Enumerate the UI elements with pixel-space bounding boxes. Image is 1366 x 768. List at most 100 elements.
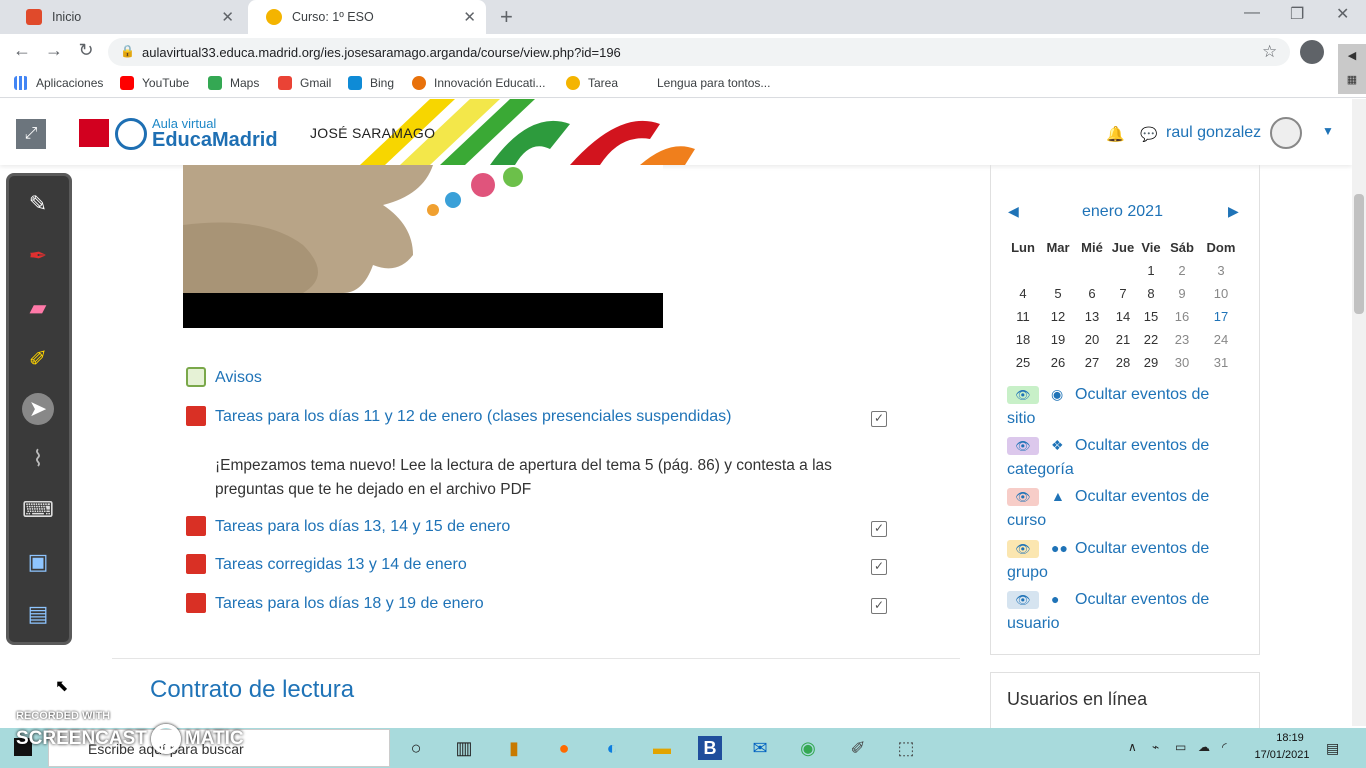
- wifi-icon[interactable]: ◜: [1222, 740, 1227, 754]
- brush-icon[interactable]: ⌇: [22, 443, 54, 475]
- completion-checkbox[interactable]: ✓: [871, 559, 887, 575]
- edge-icon[interactable]: ◐: [600, 736, 624, 760]
- calendar-day[interactable]: 8: [1136, 286, 1166, 301]
- bookmark-bing[interactable]: Bing: [348, 76, 394, 90]
- calendar-day[interactable]: 3: [1206, 263, 1236, 278]
- calendar-day[interactable]: 10: [1206, 286, 1236, 301]
- profile-avatar-icon[interactable]: [1300, 40, 1324, 64]
- screencast-app-icon[interactable]: ✐: [846, 736, 870, 760]
- calendar-prev-month-icon[interactable]: ◀: [1008, 203, 1019, 220]
- activity-link-tareas-13-15[interactable]: Tareas para los días 13, 14 y 15 de ener…: [215, 518, 510, 536]
- taskbar-clock[interactable]: 18:19: [1260, 732, 1320, 744]
- notifications-bell-icon[interactable]: 🔔: [1106, 125, 1125, 143]
- pointer-icon[interactable]: ➤: [22, 393, 54, 425]
- close-tab-icon[interactable]: ✕: [221, 8, 234, 26]
- snipping-tool-icon[interactable]: ⬚: [894, 736, 918, 760]
- minimize-icon[interactable]: —: [1244, 4, 1260, 22]
- calendar-day[interactable]: 28: [1108, 355, 1138, 370]
- hide-user-events-link[interactable]: 👁 ● Ocultar eventos de usuario: [1007, 587, 1247, 636]
- close-tab-icon[interactable]: ✕: [463, 8, 476, 26]
- bookmark-apps[interactable]: Aplicaciones: [14, 76, 103, 90]
- activity-link-tareas-11-12[interactable]: Tareas para los días 11 y 12 de enero (c…: [215, 408, 731, 426]
- tray-usb-icon[interactable]: ⌁: [1152, 740, 1159, 754]
- bookmark-maps[interactable]: Maps: [208, 76, 259, 90]
- calendar-day[interactable]: 29: [1136, 355, 1166, 370]
- calendar-day[interactable]: 6: [1077, 286, 1107, 301]
- user-name[interactable]: raul gonzalez: [1166, 124, 1261, 142]
- completion-checkbox[interactable]: ✓: [871, 411, 887, 427]
- close-window-icon[interactable]: ✕: [1336, 4, 1349, 24]
- bookmark-lengua[interactable]: Lengua para tontos...: [657, 76, 770, 90]
- whiteboard-icon[interactable]: ▤: [22, 598, 54, 630]
- chrome-icon[interactable]: ◉: [796, 736, 820, 760]
- calendar-day[interactable]: 5: [1043, 286, 1073, 301]
- calendar-day[interactable]: 26: [1043, 355, 1073, 370]
- blinklearning-icon[interactable]: B: [698, 736, 722, 760]
- keyboard-icon[interactable]: ⌨: [22, 494, 54, 526]
- completion-checkbox[interactable]: ✓: [871, 598, 887, 614]
- section-title[interactable]: Contrato de lectura: [150, 676, 354, 704]
- hide-group-events-link[interactable]: 👁 ●● Ocultar eventos de grupo: [1007, 536, 1247, 585]
- bookmark-gmail[interactable]: Gmail: [278, 76, 331, 90]
- calendar-day[interactable]: 15: [1136, 309, 1166, 324]
- notepad-icon[interactable]: ✎: [22, 188, 54, 220]
- nav-drawer-toggle[interactable]: ⤢: [16, 119, 46, 149]
- hide-category-events-link[interactable]: 👁 ❖ Ocultar eventos de categoría: [1007, 433, 1247, 482]
- calendar-day[interactable]: 23: [1167, 332, 1197, 347]
- eraser-icon[interactable]: ▰: [22, 292, 54, 324]
- calendar-day[interactable]: 30: [1167, 355, 1197, 370]
- calendar-next-month-icon[interactable]: ▶: [1228, 203, 1239, 220]
- highlighter-icon[interactable]: ✐: [22, 343, 54, 375]
- bookmark-youtube[interactable]: YouTube: [120, 76, 189, 90]
- calendar-day[interactable]: 1: [1136, 263, 1166, 278]
- user-menu-caret-icon[interactable]: ▼: [1322, 124, 1334, 138]
- store-icon[interactable]: ▮: [502, 736, 526, 760]
- forward-icon[interactable]: →: [42, 40, 66, 61]
- school-name[interactable]: JOSÉ SARAMAGO: [310, 125, 435, 141]
- calendar-day[interactable]: 18: [1008, 332, 1038, 347]
- cloud-icon[interactable]: ☁: [1198, 740, 1210, 754]
- bookmark-tarea[interactable]: Tarea: [566, 76, 618, 90]
- activity-link-avisos[interactable]: Avisos: [215, 369, 262, 387]
- messages-icon[interactable]: 💬: [1140, 126, 1157, 143]
- calendar-day[interactable]: 21: [1108, 332, 1138, 347]
- taskbar-date[interactable]: 17/01/2021: [1248, 749, 1316, 761]
- logo-text-main[interactable]: EducaMadrid: [152, 129, 278, 152]
- calendar-day[interactable]: 17: [1206, 309, 1236, 324]
- bookmark-star-icon[interactable]: ☆: [1262, 42, 1277, 62]
- calendar-day[interactable]: 20: [1077, 332, 1107, 347]
- calendar-day[interactable]: 12: [1043, 309, 1073, 324]
- calendar-day[interactable]: 16: [1167, 309, 1197, 324]
- hide-site-events-link[interactable]: 👁 ◉ Ocultar eventos de sitio: [1007, 382, 1247, 431]
- calendar-day[interactable]: 14: [1108, 309, 1138, 324]
- calendar-day[interactable]: 7: [1108, 286, 1138, 301]
- tray-chevron-icon[interactable]: ∧: [1128, 740, 1137, 754]
- calendar-day[interactable]: 31: [1206, 355, 1236, 370]
- calendar-day[interactable]: 11: [1008, 309, 1038, 324]
- calendar-day[interactable]: 4: [1008, 286, 1038, 301]
- firefox-icon[interactable]: ●: [552, 736, 576, 760]
- side-panel-toggle[interactable]: ◀ ▦: [1338, 44, 1366, 94]
- tab-inicio[interactable]: Inicio ✕: [8, 0, 244, 34]
- reload-icon[interactable]: ↻: [74, 40, 98, 61]
- screen-capture-icon[interactable]: ▣: [22, 546, 54, 578]
- url-text[interactable]: aulavirtual33.educa.madrid.org/ies.joses…: [142, 45, 621, 60]
- user-avatar[interactable]: [1270, 117, 1302, 149]
- completion-checkbox[interactable]: ✓: [871, 521, 887, 537]
- hide-course-events-link[interactable]: 👁 ▲ Ocultar eventos de curso: [1007, 484, 1247, 533]
- notifications-center-icon[interactable]: ▤: [1326, 740, 1339, 757]
- restore-icon[interactable]: ❐: [1290, 4, 1304, 24]
- calendar-day[interactable]: 22: [1136, 332, 1166, 347]
- tab-curso[interactable]: Curso: 1º ESO ✕: [248, 0, 486, 34]
- battery-icon[interactable]: ▭: [1175, 740, 1186, 754]
- calendar-day[interactable]: 19: [1043, 332, 1073, 347]
- calendar-day[interactable]: 2: [1167, 263, 1197, 278]
- calendar-day[interactable]: 24: [1206, 332, 1236, 347]
- mail-icon[interactable]: ✉: [748, 736, 772, 760]
- calendar-month-title[interactable]: enero 2021: [1082, 203, 1163, 221]
- calendar-day[interactable]: 25: [1008, 355, 1038, 370]
- back-icon[interactable]: ←: [10, 40, 34, 61]
- calendar-day[interactable]: 13: [1077, 309, 1107, 324]
- task-view-icon[interactable]: ▥: [452, 736, 476, 760]
- activity-link-tareas-corregidas[interactable]: Tareas corregidas 13 y 14 de enero: [215, 556, 467, 574]
